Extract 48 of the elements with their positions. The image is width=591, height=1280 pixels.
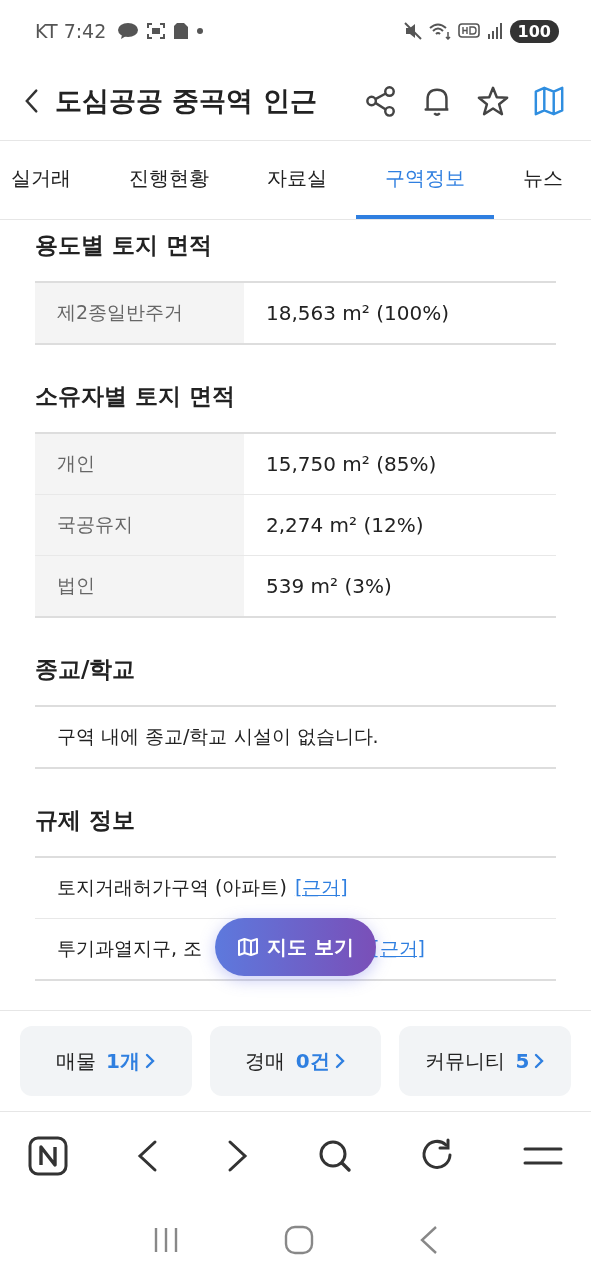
battery-level: 100 <box>509 19 559 43</box>
summary-button[interactable]: 커뮤니티 5 <box>399 1026 571 1096</box>
chevron-icon <box>143 1053 156 1069</box>
summary-button[interactable]: 매물 1개 <box>20 1026 192 1096</box>
section-title: 종교/학교 <box>35 655 137 684</box>
table-label-cell: 국공유지 <box>35 495 244 555</box>
page-title: 도심공공 중곡역 인근 <box>55 84 317 118</box>
table-label-cell: 개인 <box>35 434 244 494</box>
tab[interactable]: 뉴스 <box>494 141 591 219</box>
hd-icon <box>457 22 480 40</box>
table-value-cell-text: 15,750 m² (85%) <box>265 451 437 478</box>
back-icon[interactable] <box>24 88 40 114</box>
section-title: 규제 정보 <box>35 806 136 835</box>
summary-button[interactable]: 경매 0건 <box>209 1026 382 1096</box>
home-icon[interactable] <box>284 1225 315 1255</box>
chat-bubble-icon <box>117 22 140 40</box>
table-label-cell: 법인 <box>35 556 244 616</box>
star-icon[interactable] <box>476 84 509 118</box>
status-time: KT 7:42 <box>35 20 107 42</box>
wifi-icon <box>428 22 451 40</box>
table-label-cell: 제2종일반주거 <box>35 283 244 343</box>
tab[interactable]: 구역정보 <box>356 141 494 219</box>
forward-icon[interactable] <box>226 1138 250 1174</box>
map-icon <box>237 937 259 957</box>
chevron-icon <box>333 1053 346 1069</box>
table-value-cell-text: 539 m² (3%) <box>265 573 392 600</box>
signal-icon <box>486 22 503 40</box>
chevron-icon <box>533 1053 546 1069</box>
file-icon <box>173 22 190 40</box>
back-icon[interactable] <box>135 1138 159 1174</box>
table-value-cell-text: 2,274 m² (12%) <box>265 512 424 539</box>
naver-n-icon[interactable] <box>28 1136 68 1176</box>
source-link[interactable]: [근거] <box>294 875 348 901</box>
tab[interactable]: 진행현황 <box>100 141 238 219</box>
mute-icon <box>403 22 422 40</box>
section-title: 소유자별 토지 면적 <box>35 382 236 411</box>
tab[interactable]: 자료실 <box>238 141 356 219</box>
tab[interactable]: 실거래 <box>0 141 100 219</box>
share-icon[interactable] <box>364 84 397 118</box>
dot-icon <box>196 27 205 35</box>
search-icon[interactable] <box>317 1138 353 1174</box>
table-value-cell-text: 18,563 m² (100%) <box>265 300 449 327</box>
section-title: 용도별 토지 면적 <box>35 231 213 260</box>
info-text: 토지거래허가구역 (아파트) <box>57 875 287 900</box>
screenshot-icon <box>146 22 167 40</box>
info-text: 구역 내에 종교/학교 시설이 없습니다. <box>57 724 379 749</box>
map-icon[interactable] <box>533 84 565 118</box>
info-text: 투기과열지구, 조 <box>57 936 203 961</box>
